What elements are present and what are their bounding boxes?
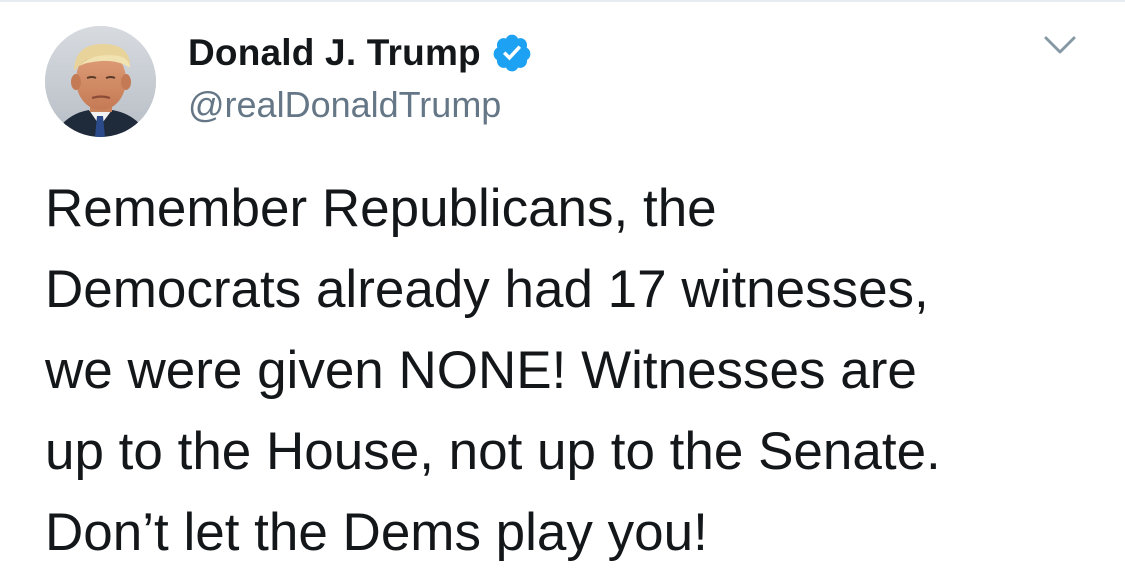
tweet-text-line: Don’t let the Dems play you! xyxy=(45,503,708,562)
avatar[interactable] xyxy=(45,26,156,137)
author-name-row: Donald J. Trump xyxy=(188,30,533,76)
verified-badge-icon xyxy=(491,32,533,74)
tweet-text-line: Democrats already had 17 witnesses, xyxy=(45,260,929,319)
author-display-name[interactable]: Donald J. Trump xyxy=(188,32,481,74)
avatar-image xyxy=(45,26,156,137)
tweet-text-line: we were given NONE! Witnesses are xyxy=(45,341,917,400)
tweet-text-line: Remember Republicans, the xyxy=(45,179,717,238)
chevron-down-icon[interactable] xyxy=(1042,32,1078,58)
tweet-text-line: up to the House, not up to the Senate. xyxy=(45,422,941,481)
author-handle[interactable]: @realDonaldTrump xyxy=(188,84,501,126)
tweet-card: Donald J. Trump @realDonaldTrump Remembe… xyxy=(0,0,1125,582)
tweet-text: Remember Republicans, the Democrats alre… xyxy=(45,168,1105,573)
